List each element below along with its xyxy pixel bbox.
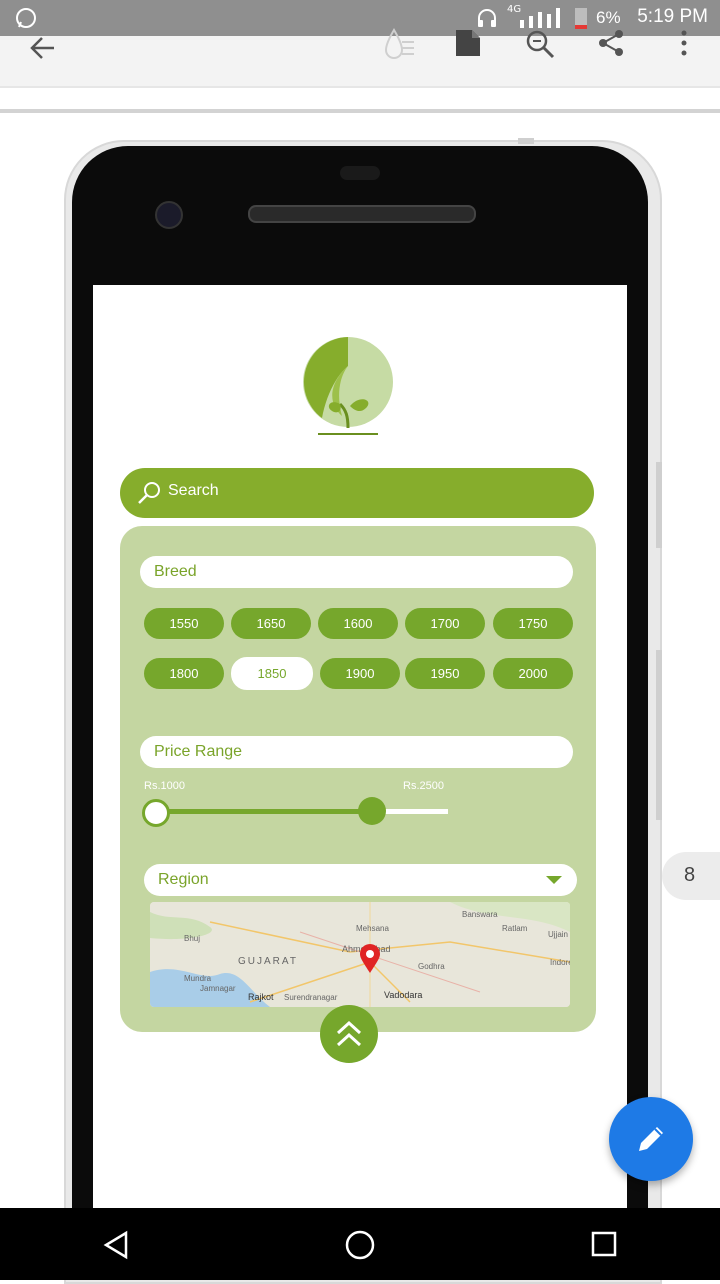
map-label: Surendranagar <box>284 993 338 1002</box>
breed-chip[interactable]: 1600 <box>318 608 398 639</box>
phone-top-button <box>518 138 534 144</box>
map-label: Jamnagar <box>200 984 236 993</box>
toolbar-divider <box>0 86 720 88</box>
phone-side-button <box>656 462 662 548</box>
more-vert-icon[interactable] <box>678 28 690 58</box>
breed-chip[interactable]: 1700 <box>405 608 485 639</box>
price-max-label: Rs.2500 <box>403 780 444 792</box>
battery-percent: 6% <box>596 8 621 27</box>
price-range-label: Price Range <box>154 743 243 760</box>
breed-chip[interactable]: 1650 <box>231 608 311 639</box>
back-arrow-icon[interactable] <box>26 32 58 64</box>
region-label: Region <box>158 871 209 888</box>
breed-chip[interactable]: 1900 <box>320 658 400 689</box>
phone-sensor <box>340 166 380 180</box>
price-slider-min-handle[interactable] <box>142 799 170 827</box>
phone-camera <box>155 201 183 229</box>
signal-icon <box>520 8 560 28</box>
map-label: Vadodara <box>384 990 423 1000</box>
map-label: Banswara <box>462 910 498 919</box>
region-dropdown[interactable]: Region <box>144 864 577 896</box>
breed-field[interactable]: Breed <box>140 556 573 588</box>
map-label: Ratlam <box>502 924 528 933</box>
home-nav-icon[interactable] <box>344 1229 376 1261</box>
app-toolbar <box>0 28 720 86</box>
network-type-label: 4G <box>507 4 522 15</box>
page-indicator: 8 <box>662 852 720 900</box>
whatsapp-icon <box>16 8 36 28</box>
system-nav-bar <box>0 1208 720 1280</box>
pencil-icon <box>639 1127 663 1151</box>
page-edge <box>0 109 720 113</box>
page-number: 8 <box>684 864 696 886</box>
breed-chip[interactable]: 1800 <box>144 658 224 689</box>
collapse-button[interactable] <box>320 1005 378 1063</box>
back-nav-icon[interactable] <box>102 1230 132 1260</box>
map-label: Rajkot <box>248 992 274 1002</box>
map-label: Mehsana <box>356 924 389 933</box>
map-label: Ujjain <box>548 930 569 939</box>
headphones-icon <box>478 9 496 27</box>
price-slider-max-handle[interactable] <box>358 797 386 825</box>
leaf-logo-icon <box>303 337 393 435</box>
price-range-field[interactable]: Price Range <box>140 736 573 768</box>
zoom-icon[interactable] <box>524 28 556 60</box>
breed-label: Breed <box>154 563 197 580</box>
region-map[interactable]: GUJARAT Ahmedabad Rajkot Surendranagar V… <box>150 902 570 1007</box>
search-icon <box>138 482 160 504</box>
clock: 5:19 PM <box>637 6 708 27</box>
file-icon[interactable] <box>454 28 482 58</box>
breed-chip-selected[interactable]: 1850 <box>231 657 313 690</box>
search-bar[interactable]: Search <box>120 468 594 518</box>
phone-volume-button <box>656 650 662 820</box>
edit-fab-button[interactable] <box>609 1097 693 1181</box>
breed-chip[interactable]: 1750 <box>493 608 573 639</box>
battery-icon <box>575 8 587 29</box>
map-label: GUJARAT <box>238 956 298 967</box>
breed-chip[interactable]: 2000 <box>493 658 573 689</box>
map-label: Mundra <box>184 974 212 983</box>
phone-speaker <box>248 205 476 223</box>
price-min-label: Rs.1000 <box>144 780 185 792</box>
map-pin-icon[interactable] <box>359 944 381 974</box>
share-icon[interactable] <box>596 28 626 58</box>
dropdown-arrow-icon <box>546 876 562 884</box>
breed-chip[interactable]: 1550 <box>144 608 224 639</box>
map-label: Godhra <box>418 962 445 971</box>
search-label: Search <box>168 482 219 499</box>
price-slider-track-filled <box>154 809 372 814</box>
map-label: Indore <box>550 958 570 967</box>
double-chevron-up-icon <box>336 1020 362 1047</box>
breed-chip[interactable]: 1950 <box>405 658 485 689</box>
recents-nav-icon[interactable] <box>590 1230 618 1258</box>
water-drop-icon[interactable] <box>380 26 416 62</box>
map-label: Bhuj <box>184 934 201 943</box>
